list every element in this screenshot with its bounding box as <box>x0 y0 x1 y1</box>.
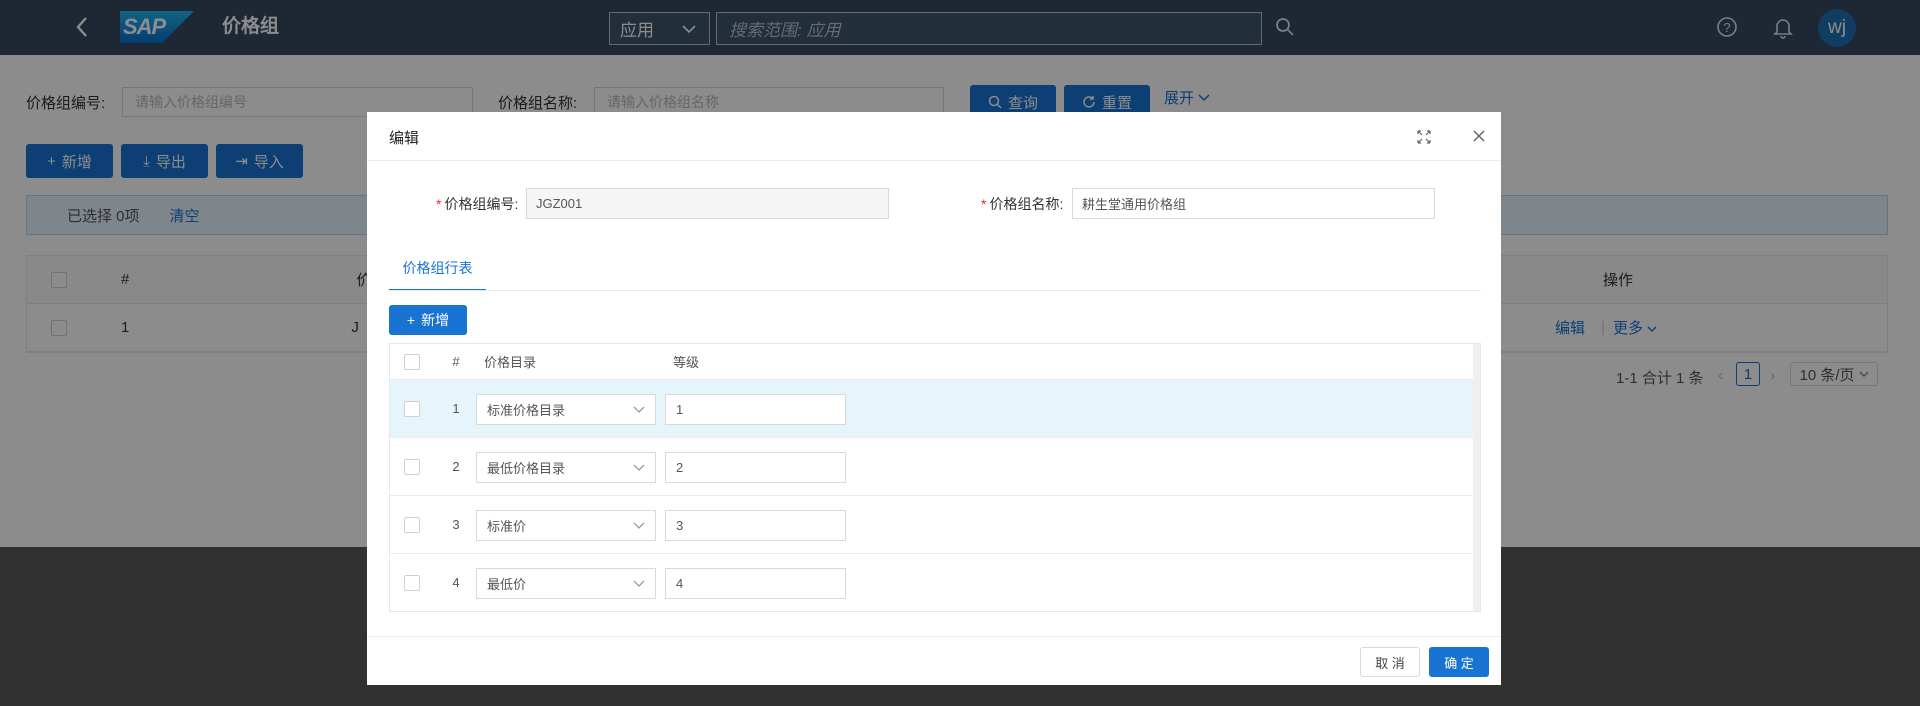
name-field-label: * 价格组名称: <box>981 194 1063 214</box>
table-row: 4 最低价 4 <box>390 554 1474 611</box>
required-marker: * <box>436 196 442 212</box>
catalog-value: 标准价格目录 <box>487 403 566 418</box>
add-line-button[interactable]: + 新增 <box>389 305 467 335</box>
modal-title: 编辑 <box>389 130 420 147</box>
level-input[interactable]: 3 <box>665 510 846 541</box>
level-input[interactable]: 1 <box>665 394 846 425</box>
row-checkbox[interactable] <box>404 458 420 475</box>
grid-scrollbar[interactable] <box>1473 344 1480 611</box>
table-row: 1 标准价格目录 1 <box>390 380 1474 438</box>
close-button[interactable] <box>1469 126 1489 146</box>
add-line-label: 新增 <box>421 312 450 328</box>
expand-icon <box>1417 130 1431 144</box>
catalog-select[interactable]: 最低价格目录 <box>476 452 656 483</box>
col-level-header: 等级 <box>673 355 700 370</box>
level-input[interactable]: 2 <box>665 452 846 483</box>
table-row: 2 最低价格目录 2 <box>390 438 1474 496</box>
level-input[interactable]: 4 <box>665 568 846 599</box>
maximize-button[interactable] <box>1415 128 1433 146</box>
level-value: 4 <box>676 576 684 591</box>
name-label-text: 价格组名称: <box>989 196 1064 212</box>
chevron-down-icon <box>633 580 645 587</box>
close-icon <box>1473 130 1485 142</box>
code-label-text: 价格组编号: <box>444 196 519 212</box>
row-index: 1 <box>452 401 460 416</box>
cancel-button[interactable]: 取 消 <box>1360 647 1420 677</box>
catalog-select[interactable]: 最低价 <box>476 568 656 599</box>
select-all-lines-checkbox[interactable] <box>404 353 420 370</box>
catalog-select[interactable]: 标准价格目录 <box>476 394 656 425</box>
modal-header: 编辑 <box>367 112 1501 161</box>
catalog-select[interactable]: 标准价 <box>476 510 656 541</box>
catalog-value: 最低价格目录 <box>487 461 566 476</box>
chevron-down-icon <box>633 464 645 471</box>
col-catalog-header: 价格目录 <box>484 355 537 370</box>
code-field-label: * 价格组编号: <box>436 194 518 214</box>
required-marker: * <box>981 196 987 212</box>
name-field[interactable]: 耕生堂通用价格组 <box>1072 188 1435 219</box>
col-index-header: # <box>452 354 460 369</box>
tab-divider <box>389 290 1481 291</box>
table-row: 3 标准价 3 <box>390 496 1474 554</box>
modal-footer: 取 消 确 定 <box>367 636 1501 685</box>
row-checkbox[interactable] <box>404 516 420 533</box>
row-index: 3 <box>452 517 460 532</box>
catalog-value: 最低价 <box>487 577 527 592</box>
chevron-down-icon <box>633 522 645 529</box>
code-field: JGZ001 <box>526 188 889 219</box>
confirm-button[interactable]: 确 定 <box>1429 647 1489 677</box>
row-checkbox[interactable] <box>404 400 420 417</box>
tab-price-group-lines[interactable]: 价格组行表 <box>389 258 486 291</box>
code-field-value: JGZ001 <box>536 196 583 211</box>
grid-header: # 价格目录 等级 <box>390 344 1474 380</box>
edit-modal: 编辑 * 价格组编号: JGZ001 * 价格组名称: 耕生堂通用价格组 价格组行表… <box>367 112 1501 685</box>
row-checkbox[interactable] <box>404 574 420 591</box>
level-value: 3 <box>676 518 684 533</box>
row-index: 2 <box>452 459 460 474</box>
price-lines-grid: # 价格目录 等级 1 标准价格目录 1 2 最低价格目录 2 3 标准价 3 … <box>389 343 1481 612</box>
catalog-value: 标准价 <box>487 519 527 534</box>
level-value: 1 <box>676 402 684 417</box>
level-value: 2 <box>676 460 684 475</box>
row-index: 4 <box>452 575 460 590</box>
name-field-value: 耕生堂通用价格组 <box>1082 197 1187 212</box>
plus-icon: + <box>406 312 416 328</box>
chevron-down-icon <box>633 406 645 413</box>
